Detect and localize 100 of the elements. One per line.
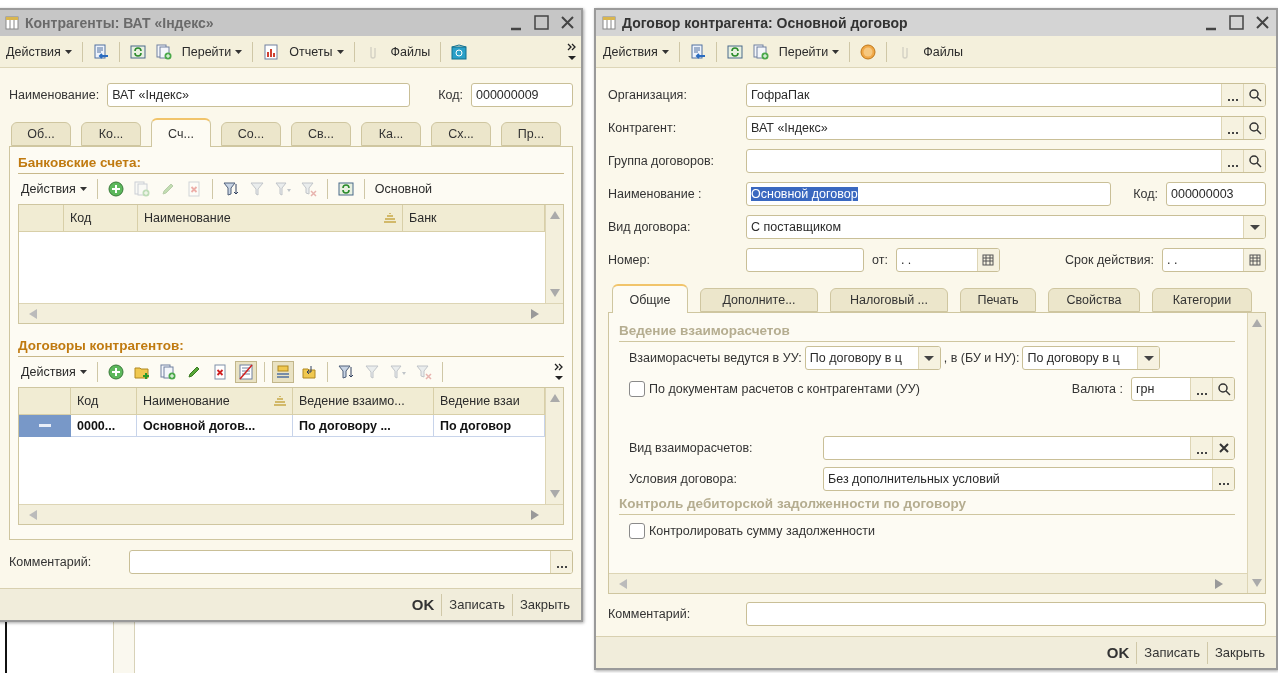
tab[interactable]: Общие: [612, 284, 688, 313]
dialog-button[interactable]: OK: [1099, 641, 1137, 664]
ellipsis-button[interactable]: [1221, 149, 1243, 172]
column-header[interactable]: Банк: [403, 205, 545, 232]
text-field[interactable]: ВАТ «Індекс»: [746, 115, 1266, 140]
tab[interactable]: Ко...: [81, 122, 141, 146]
tab[interactable]: Печать: [960, 288, 1036, 312]
tab[interactable]: Свойства: [1048, 288, 1140, 312]
overflow-icon[interactable]: [567, 41, 577, 62]
field-label: Комментарий:: [608, 607, 691, 621]
tab[interactable]: Об...: [11, 122, 71, 146]
selected-text: Основной договор: [751, 186, 858, 201]
field-label: Код:: [1133, 186, 1158, 201]
column-header[interactable]: Наименование: [138, 205, 403, 232]
text-field[interactable]: [823, 436, 1235, 460]
horizontal-scrollbar[interactable]: [19, 303, 563, 323]
field-label: Взаиморасчеты ведутся в УУ:: [629, 351, 802, 365]
ellipsis-icon: [1227, 164, 1238, 167]
checkbox[interactable]: [629, 523, 645, 539]
ellipsis-button[interactable]: [1221, 83, 1243, 106]
search-button[interactable]: [1212, 378, 1234, 400]
menu-button[interactable]: Перейти: [178, 42, 246, 61]
ellipsis-button[interactable]: [550, 551, 572, 573]
toolbar-button[interactable]: Файлы: [387, 42, 434, 61]
menu-button[interactable]: Действия: [3, 42, 75, 61]
dialog-button[interactable]: Закрыть: [511, 593, 577, 616]
tab[interactable]: Налоговый ...: [830, 288, 948, 312]
horizontal-scrollbar[interactable]: [19, 504, 563, 524]
ellipsis-button[interactable]: [1221, 116, 1243, 139]
date-field[interactable]: . .: [895, 247, 1000, 272]
column-header[interactable]: Наименование: [137, 388, 293, 415]
window-controls[interactable]: [509, 15, 575, 31]
vertical-scrollbar[interactable]: [1247, 313, 1265, 593]
tab[interactable]: Дополните...: [700, 288, 818, 312]
tab[interactable]: Сч...: [151, 118, 211, 147]
dropdown-button[interactable]: [1243, 215, 1265, 238]
vertical-scrollbar[interactable]: [545, 388, 563, 504]
tab[interactable]: Св...: [291, 122, 351, 146]
text-field[interactable]: 000000009: [471, 83, 573, 107]
ellipsis-icon: [1227, 131, 1238, 134]
column-header[interactable]: Код: [71, 388, 137, 415]
horizontal-scrollbar[interactable]: [609, 573, 1247, 593]
tab[interactable]: Со...: [221, 122, 281, 146]
comment-field[interactable]: [746, 602, 1266, 626]
clear-button[interactable]: [1212, 437, 1234, 459]
search-icon: [1247, 87, 1262, 102]
overflow-icon[interactable]: [554, 362, 564, 382]
date-field[interactable]: . .: [1162, 247, 1266, 272]
section-title: Банковские счета:: [18, 155, 142, 170]
menu-button[interactable]: Отчеты: [286, 42, 347, 61]
search-button[interactable]: [1243, 116, 1265, 139]
text-field[interactable]: ВАТ «Індекс»: [107, 83, 411, 107]
vertical-scrollbar[interactable]: [545, 205, 563, 303]
tab[interactable]: Ка...: [361, 122, 421, 146]
field-label: от:: [872, 252, 888, 267]
menu-button[interactable]: Действия: [18, 363, 90, 381]
column-header[interactable]: Ведение взаи: [434, 388, 545, 415]
ellipsis-button[interactable]: [1190, 437, 1212, 459]
dialog-button[interactable]: OK: [404, 593, 442, 616]
menu-button[interactable]: Действия: [600, 42, 672, 61]
ellipsis-button[interactable]: [1190, 378, 1212, 400]
text-field[interactable]: Без дополнительных условий: [823, 467, 1235, 491]
dropdown-button[interactable]: [1137, 347, 1160, 369]
calendar-button[interactable]: [1243, 248, 1265, 271]
select-field[interactable]: По договору в ц: [1022, 346, 1161, 370]
ellipsis-button[interactable]: [1212, 468, 1234, 490]
window-icon: [602, 16, 616, 30]
text-field[interactable]: [746, 247, 864, 272]
row-marker[interactable]: [19, 415, 71, 437]
comment-field[interactable]: [129, 550, 573, 574]
dropdown-button[interactable]: [917, 347, 940, 369]
search-icon: [1247, 120, 1262, 135]
dialog-button[interactable]: Записать: [1136, 641, 1207, 664]
text-field[interactable]: ГофраПак: [746, 82, 1266, 107]
toolbar-button[interactable]: Файлы: [920, 42, 967, 61]
text-field[interactable]: [746, 148, 1266, 173]
text-field[interactable]: Основной договор: [746, 181, 1112, 206]
field-label: Группа договоров:: [608, 153, 715, 168]
column-header[interactable]: Ведение взаимо...: [293, 388, 434, 415]
caret-icon: [79, 187, 87, 191]
search-button[interactable]: [1243, 83, 1265, 106]
tab[interactable]: Сх...: [431, 122, 491, 146]
calendar-button[interactable]: [976, 248, 999, 271]
dialog-button[interactable]: Закрыть: [1206, 641, 1272, 664]
text-field[interactable]: грн: [1131, 377, 1235, 401]
text-field[interactable]: 000000003: [1166, 181, 1266, 206]
column-header[interactable]: Код: [64, 205, 138, 232]
menu-button[interactable]: Действия: [18, 180, 90, 198]
select-field[interactable]: По договору в ц: [804, 346, 941, 370]
toolbar-button[interactable]: Основной: [371, 180, 436, 198]
checkbox[interactable]: [629, 381, 645, 397]
menu-button[interactable]: Перейти: [775, 42, 843, 61]
dialog-button[interactable]: Записать: [441, 593, 512, 616]
sort-icon: [384, 213, 396, 223]
tab[interactable]: Категории: [1152, 288, 1252, 312]
tab[interactable]: Пр...: [501, 122, 561, 146]
search-button[interactable]: [1243, 149, 1265, 172]
window-controls[interactable]: [1204, 15, 1270, 31]
window-icon: [5, 16, 19, 30]
select-field[interactable]: С поставщиком: [746, 214, 1266, 239]
